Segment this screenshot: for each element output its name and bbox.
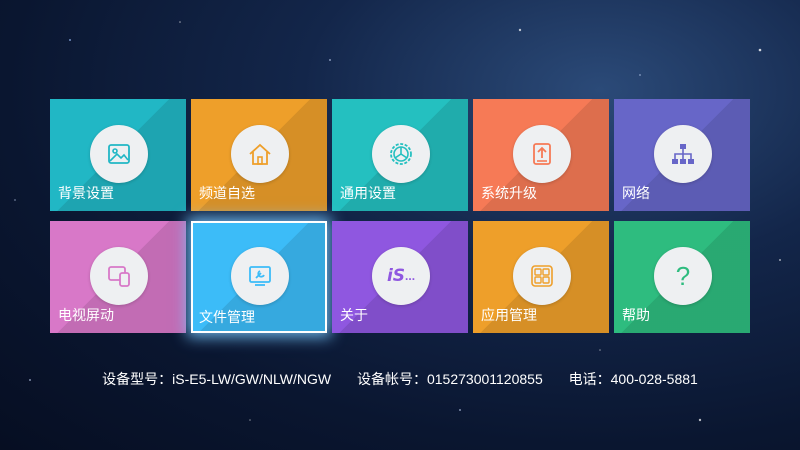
apps-grid-icon [513,247,571,305]
device-account-value: 015273001120855 [426,371,543,387]
tile-label: 频道自选 [199,185,255,201]
tile-label: 帮助 [622,307,650,323]
home-icon [231,125,289,183]
tile-image[interactable]: 背景设置 [50,99,186,211]
tile-apps-grid[interactable]: 应用管理 [473,221,609,333]
tile-upgrade[interactable]: 系统升级 [473,99,609,211]
tile-label: 背景设置 [58,185,114,201]
tile-monitor-wrench[interactable]: 文件管理 [191,221,327,333]
device-model: 设备型号：iS-E5-LW/GW/NLW/NGW [102,371,331,387]
device-model-label: 设备型号： [102,371,173,387]
question-mark-glyph: ? [675,260,691,291]
device-model-value: iS-E5-LW/GW/NLW/NGW [172,371,332,387]
tile-network[interactable]: 网络 [614,99,750,211]
tile-label: 系统升级 [481,185,537,201]
device-account-label: 设备帐号： [356,371,427,387]
ellipsis-icon: ... [405,269,416,283]
tile-help[interactable]: ? 帮助 [614,221,750,333]
help-icon: ? [654,247,712,305]
tile-label: 网络 [622,185,650,201]
monitor-wrench-icon [231,247,289,305]
tile-screen-devices[interactable]: 电视屏动 [50,221,186,333]
upgrade-icon [513,125,571,183]
support-phone: 电话：400-028-5881 [569,371,698,387]
support-phone-label: 电话： [568,371,611,387]
device-account: 设备帐号：015273001120855 [357,371,543,387]
tile-label: 通用设置 [340,185,396,201]
tile-home[interactable]: 频道自选 [191,99,327,211]
tile-is-logo[interactable]: iS... 关于 [332,221,468,333]
support-phone-value: 400-028-5881 [610,371,698,387]
tile-label: 关于 [340,307,368,323]
tile-label: 应用管理 [481,307,537,323]
tile-label: 文件管理 [199,309,255,325]
tile-settings[interactable]: 通用设置 [332,99,468,211]
is-logo-icon: iS... [372,247,430,305]
device-info-bar: 设备型号：iS-E5-LW/GW/NLW/NGW 设备帐号：0152730011… [0,369,800,389]
settings-icon [372,125,430,183]
image-icon [90,125,148,183]
tile-label: 电视屏动 [58,307,114,323]
network-icon [654,125,712,183]
is-logo-text: iS [386,266,406,286]
screen-devices-icon [90,247,148,305]
